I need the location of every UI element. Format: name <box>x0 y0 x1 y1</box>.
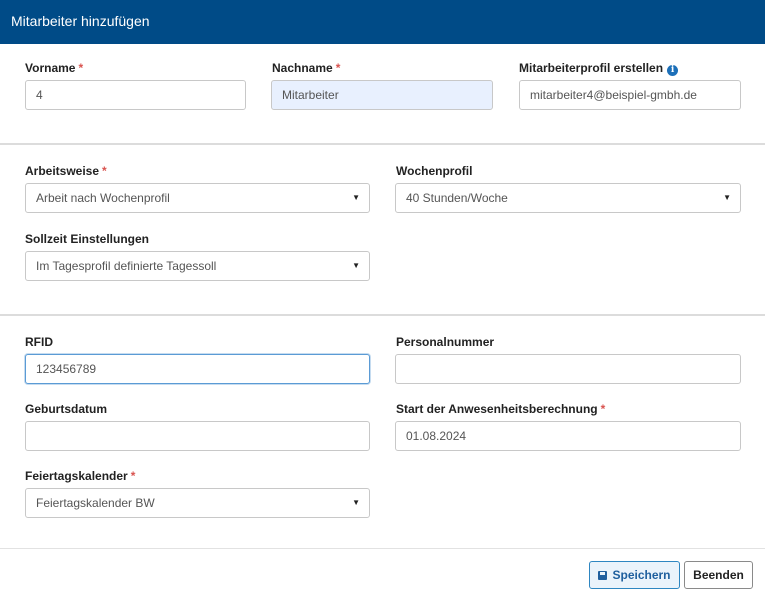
rfid-input[interactable]: 123456789 <box>25 354 370 384</box>
nachname-value: Mitarbeiter <box>282 88 339 102</box>
start-anwesenheit-value: 01.08.2024 <box>406 429 467 443</box>
start-anwesenheit-input[interactable]: 01.08.2024 <box>395 421 741 451</box>
required-marker: * <box>130 469 136 483</box>
nachname-label: Nachname * <box>272 61 341 75</box>
required-marker: * <box>335 61 341 75</box>
nachname-input[interactable]: Mitarbeiter <box>271 80 493 110</box>
arbeitsweise-value: Arbeit nach Wochenprofil <box>36 191 170 205</box>
save-button[interactable]: Speichern <box>589 561 680 589</box>
section-divider <box>0 314 765 316</box>
rfid-label: RFID <box>25 335 53 349</box>
geburtsdatum-input[interactable] <box>25 421 370 451</box>
close-button-label: Beenden <box>693 568 744 582</box>
sollzeit-value: Im Tagesprofil definierte Tagessoll <box>36 259 217 273</box>
feiertagskalender-label: Feiertagskalender * <box>25 469 136 483</box>
chevron-down-icon: ▼ <box>352 193 360 202</box>
mitarbeiterprofil-label: Mitarbeiterprofil erstellen i <box>519 61 679 76</box>
geburtsdatum-label: Geburtsdatum <box>25 402 108 416</box>
sollzeit-label: Sollzeit Einstellungen <box>25 232 150 246</box>
chevron-down-icon: ▼ <box>723 193 731 202</box>
email-value: mitarbeiter4@beispiel-gmbh.de <box>530 88 697 102</box>
feiertagskalender-select[interactable]: Feiertagskalender BW ▼ <box>25 488 370 518</box>
required-marker: * <box>600 402 606 416</box>
vorname-input[interactable]: 4 <box>25 80 246 110</box>
chevron-down-icon: ▼ <box>352 498 360 507</box>
arbeitsweise-select[interactable]: Arbeit nach Wochenprofil ▼ <box>25 183 370 213</box>
dialog-title: Mitarbeiter hinzufügen <box>11 13 150 29</box>
dialog-header: Mitarbeiter hinzufügen <box>0 0 765 44</box>
info-icon[interactable]: i <box>667 65 679 76</box>
close-button[interactable]: Beenden <box>684 561 753 589</box>
personalnummer-label: Personalnummer <box>396 335 495 349</box>
wochenprofil-select[interactable]: 40 Stunden/Woche ▼ <box>395 183 741 213</box>
vorname-value: 4 <box>36 88 43 102</box>
footer-divider <box>0 548 765 549</box>
personalnummer-input[interactable] <box>395 354 741 384</box>
sollzeit-select[interactable]: Im Tagesprofil definierte Tagessoll ▼ <box>25 251 370 281</box>
required-marker: * <box>102 164 107 178</box>
feiertagskalender-value: Feiertagskalender BW <box>36 496 155 510</box>
arbeitsweise-label: Arbeitsweise * <box>25 164 107 178</box>
vorname-label: Vorname * <box>25 61 84 75</box>
floppy-disk-icon <box>598 571 608 580</box>
section-divider <box>0 143 765 145</box>
start-anwesenheit-label: Start der Anwesenheitsberechnung * <box>396 402 606 416</box>
mitarbeiterprofil-email-input[interactable]: mitarbeiter4@beispiel-gmbh.de <box>519 80 741 110</box>
rfid-value: 123456789 <box>36 362 97 376</box>
wochenprofil-label: Wochenprofil <box>396 164 473 178</box>
required-marker: * <box>78 61 84 75</box>
save-button-label: Speichern <box>612 568 671 582</box>
chevron-down-icon: ▼ <box>352 261 360 270</box>
wochenprofil-value: 40 Stunden/Woche <box>406 191 508 205</box>
